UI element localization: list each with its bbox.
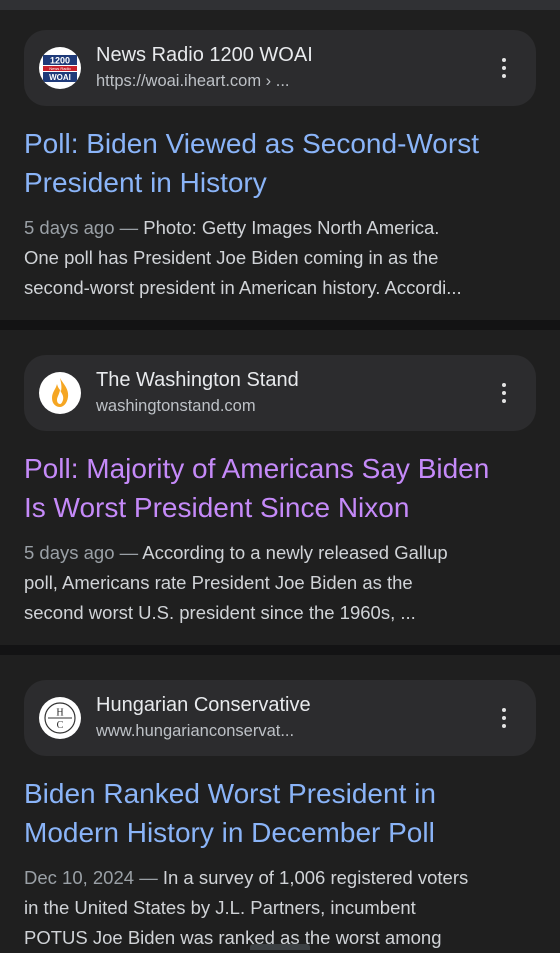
snippet-text: In a survey of 1,006 registered voters (162, 867, 469, 888)
snippet-line: 5 days ago — Photo: Getty Images North A… (24, 213, 536, 243)
snippet-line: Dec 10, 2024 — In a survey of 1,006 regi… (24, 863, 536, 893)
favicon-text-mid: News Radio (49, 66, 71, 71)
site-url[interactable]: washingtonstand.com (96, 397, 256, 416)
title-line[interactable]: Is Worst President Since Nixon (24, 488, 524, 527)
favicon-text-bottom: C (57, 720, 64, 731)
result-date: 5 days ago (24, 542, 115, 563)
search-result-2: The Washington Stand washingtonstand.com… (0, 330, 560, 645)
hc-monogram-icon: H C (39, 697, 81, 739)
flame-icon (39, 372, 81, 414)
result-date: Dec 10, 2024 (24, 867, 135, 888)
hc-monogram-graphic: H C (40, 698, 80, 738)
woai-logo-icon: 1200 News Radio WOAI (39, 47, 81, 89)
result-title-link[interactable]: Biden Ranked Worst President in Modern H… (24, 774, 524, 852)
search-result-1: 1200 News Radio WOAI News Radio 1200 WOA… (0, 10, 560, 320)
dash: — (119, 542, 139, 563)
more-options-icon[interactable] (492, 706, 516, 730)
source-chip[interactable]: 1200 News Radio WOAI News Radio 1200 WOA… (24, 30, 536, 106)
title-line[interactable]: President in History (24, 163, 524, 202)
snippet-line: One poll has President Joe Biden coming … (24, 247, 439, 268)
site-name[interactable]: News Radio 1200 WOAI (96, 44, 313, 67)
search-result-3: H C Hungarian Conservative www.hungarian… (0, 655, 560, 950)
more-options-icon[interactable] (492, 381, 516, 405)
snippet-line: 5 days ago — According to a newly releas… (24, 538, 536, 568)
snippet-line: second-worst president in American histo… (24, 277, 462, 298)
site-url[interactable]: www.hungarianconservat... (96, 722, 294, 741)
scroll-indicator (250, 944, 310, 950)
site-name[interactable]: The Washington Stand (96, 369, 299, 392)
source-chip[interactable]: The Washington Stand washingtonstand.com (24, 355, 536, 431)
snippet-line: second worst U.S. president since the 19… (24, 602, 416, 623)
result-snippet: 5 days ago — According to a newly releas… (24, 538, 536, 628)
snippet-text: Photo: Getty Images North America. (143, 217, 440, 238)
site-url[interactable]: https://woai.iheart.com › ... (96, 72, 290, 91)
favicon-text-top: H (56, 708, 63, 719)
favicon-text-top: 1200 (50, 56, 70, 66)
result-separator (0, 320, 560, 330)
title-line[interactable]: Biden Ranked Worst President in (24, 774, 524, 813)
dash: — (119, 217, 139, 238)
woai-logo-graphic: 1200 News Radio WOAI (40, 48, 80, 88)
result-title-link[interactable]: Poll: Biden Viewed as Second-Worst Presi… (24, 124, 524, 202)
favicon-text-bottom: WOAI (49, 73, 71, 82)
dash: — (139, 867, 158, 888)
result-snippet: 5 days ago — Photo: Getty Images North A… (24, 213, 536, 303)
title-line[interactable]: Modern History in December Poll (24, 813, 524, 852)
snippet-line: in the United States by J.L. Partners, i… (24, 897, 416, 918)
source-chip[interactable]: H C Hungarian Conservative www.hungarian… (24, 680, 536, 756)
result-snippet: Dec 10, 2024 — In a survey of 1,006 regi… (24, 863, 536, 953)
more-options-icon[interactable] (492, 56, 516, 80)
site-name[interactable]: Hungarian Conservative (96, 694, 311, 717)
snippet-text: According to a newly released Gallup (142, 542, 448, 563)
result-separator (0, 645, 560, 655)
title-line[interactable]: Poll: Biden Viewed as Second-Worst (24, 124, 524, 163)
result-title-link[interactable]: Poll: Majority of Americans Say Biden Is… (24, 449, 524, 527)
result-date: 5 days ago (24, 217, 115, 238)
snippet-line: poll, Americans rate President Joe Biden… (24, 572, 413, 593)
top-divider (0, 0, 560, 10)
flame-graphic (40, 373, 80, 413)
title-line[interactable]: Poll: Majority of Americans Say Biden (24, 449, 524, 488)
